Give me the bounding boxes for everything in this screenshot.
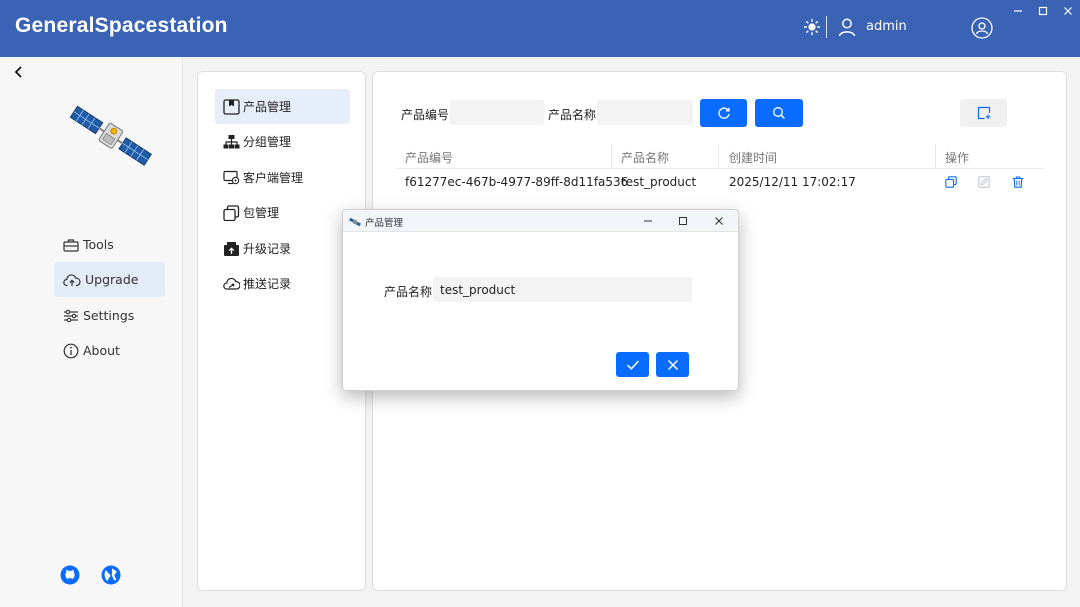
- sidebar-item-label: Settings: [83, 308, 135, 323]
- refresh-icon: [717, 107, 730, 119]
- dialog-close-button[interactable]: [712, 214, 726, 228]
- product-name-label: 产品名称: [548, 108, 597, 122]
- minimize-icon: [1014, 10, 1022, 12]
- cell-product-name: test_product: [621, 175, 697, 189]
- push-record-icon: [223, 277, 240, 290]
- column-header-created[interactable]: 创建时间: [729, 149, 777, 166]
- product-code-input[interactable]: [450, 100, 544, 125]
- info-icon: [63, 343, 79, 358]
- github-button[interactable]: [60, 565, 80, 585]
- sidebar-item-label: Upgrade: [85, 272, 139, 287]
- submenu-item-label: 包管理: [243, 206, 280, 220]
- delete-button[interactable]: [1012, 176, 1024, 188]
- upgrade-submenu-panel: 产品管理 分组管理 客户端管理 包管理 升级记录 推送记录: [197, 71, 366, 591]
- search-icon: [773, 107, 785, 119]
- close-icon: [667, 359, 678, 370]
- back-button[interactable]: [12, 65, 26, 79]
- close-icon: [1064, 7, 1072, 15]
- theme-toggle-button[interactable]: [803, 18, 821, 36]
- website-button[interactable]: [101, 565, 121, 585]
- dialog-title-bar[interactable]: 产品管理: [343, 210, 738, 232]
- column-header-name[interactable]: 产品名称: [621, 149, 669, 166]
- column-divider: [611, 144, 612, 169]
- hierarchy-icon: [223, 134, 240, 148]
- user-icon: [837, 17, 857, 37]
- upgrade-record-icon: [224, 241, 239, 256]
- trash-icon: [1012, 176, 1024, 188]
- package-icon: [223, 204, 240, 221]
- satellite-icon: [349, 216, 361, 227]
- cell-product-code: f61277ec-467b-4977-89ff-8d11fa536: [405, 175, 629, 189]
- maximize-icon: [679, 217, 687, 225]
- submenu-item-client[interactable]: 客户端管理: [215, 160, 350, 195]
- add-product-button[interactable]: [960, 99, 1007, 127]
- toolbox-icon: [63, 238, 79, 252]
- column-header-actions: 操作: [945, 151, 970, 165]
- user-name[interactable]: admin: [866, 19, 907, 34]
- product-edit-dialog: 产品管理 产品名称: [342, 209, 739, 391]
- product-code-label: 产品编号: [401, 108, 450, 122]
- sidebar: Tools Upgrade Settings About: [0, 57, 183, 607]
- dialog-product-name-input[interactable]: [433, 277, 692, 302]
- submenu-item-package[interactable]: 包管理: [215, 195, 350, 230]
- search-button[interactable]: [755, 99, 803, 127]
- copy-icon: [945, 176, 957, 188]
- sidebar-item-settings[interactable]: Settings: [54, 298, 165, 333]
- edit-icon: [978, 176, 990, 188]
- submenu-item-push-record[interactable]: 推送记录: [215, 266, 350, 301]
- copy-button[interactable]: [945, 176, 957, 188]
- box-icon: [223, 98, 240, 115]
- submenu-item-label: 产品管理: [243, 100, 292, 114]
- title-bar: GeneralSpacestation admin: [0, 0, 1080, 57]
- close-icon: [715, 217, 723, 225]
- submenu-item-upgrade-record[interactable]: 升级记录: [215, 231, 350, 266]
- refresh-button[interactable]: [700, 99, 747, 127]
- account-button[interactable]: [970, 16, 994, 40]
- submenu-item-product[interactable]: 产品管理: [215, 89, 350, 124]
- sidebar-item-label: Tools: [83, 237, 114, 252]
- cancel-button[interactable]: [656, 352, 689, 377]
- dialog-title: 产品管理: [365, 218, 404, 229]
- sidebar-item-upgrade[interactable]: Upgrade: [54, 262, 165, 297]
- submenu-item-label: 升级记录: [243, 242, 292, 256]
- client-icon: [223, 170, 240, 184]
- cloud-upload-icon: [63, 273, 81, 286]
- sidebar-item-about[interactable]: About: [54, 333, 165, 368]
- sun-icon: [803, 18, 821, 36]
- minimize-icon: [644, 220, 652, 222]
- dialog-product-name-label: 产品名称: [384, 285, 433, 299]
- globe-icon: [101, 565, 121, 585]
- sliders-icon: [64, 309, 78, 322]
- maximize-button[interactable]: [1036, 4, 1050, 18]
- submenu-item-group[interactable]: 分组管理: [215, 124, 350, 159]
- close-window-button[interactable]: [1061, 4, 1075, 18]
- column-divider: [718, 144, 719, 169]
- column-header-code[interactable]: 产品编号: [405, 149, 453, 166]
- confirm-button[interactable]: [616, 352, 649, 377]
- dialog-minimize-button[interactable]: [641, 214, 655, 228]
- dialog-maximize-button[interactable]: [676, 214, 690, 228]
- submenu-item-label: 分组管理: [243, 135, 292, 149]
- account-circle-icon: [971, 17, 993, 39]
- satellite-logo: [64, 102, 156, 172]
- add-icon: [977, 106, 990, 120]
- edit-button[interactable]: [978, 176, 990, 188]
- chevron-left-icon: [14, 66, 22, 78]
- github-icon: [60, 565, 80, 585]
- titlebar-divider: [826, 16, 827, 38]
- app-title: GeneralSpacestation: [15, 14, 228, 37]
- submenu-item-label: 推送记录: [243, 277, 292, 291]
- minimize-button[interactable]: [1011, 4, 1025, 18]
- sidebar-item-tools[interactable]: Tools: [54, 227, 165, 262]
- submenu-item-label: 客户端管理: [243, 171, 304, 185]
- sidebar-item-label: About: [83, 343, 120, 358]
- column-divider: [935, 144, 936, 169]
- product-name-input[interactable]: [597, 100, 693, 125]
- table-header: 产品编号 产品名称 创建时间 操作: [397, 144, 1043, 169]
- cell-created-time: 2025/12/11 17:02:17: [729, 175, 856, 189]
- maximize-icon: [1038, 6, 1048, 16]
- check-icon: [626, 359, 639, 370]
